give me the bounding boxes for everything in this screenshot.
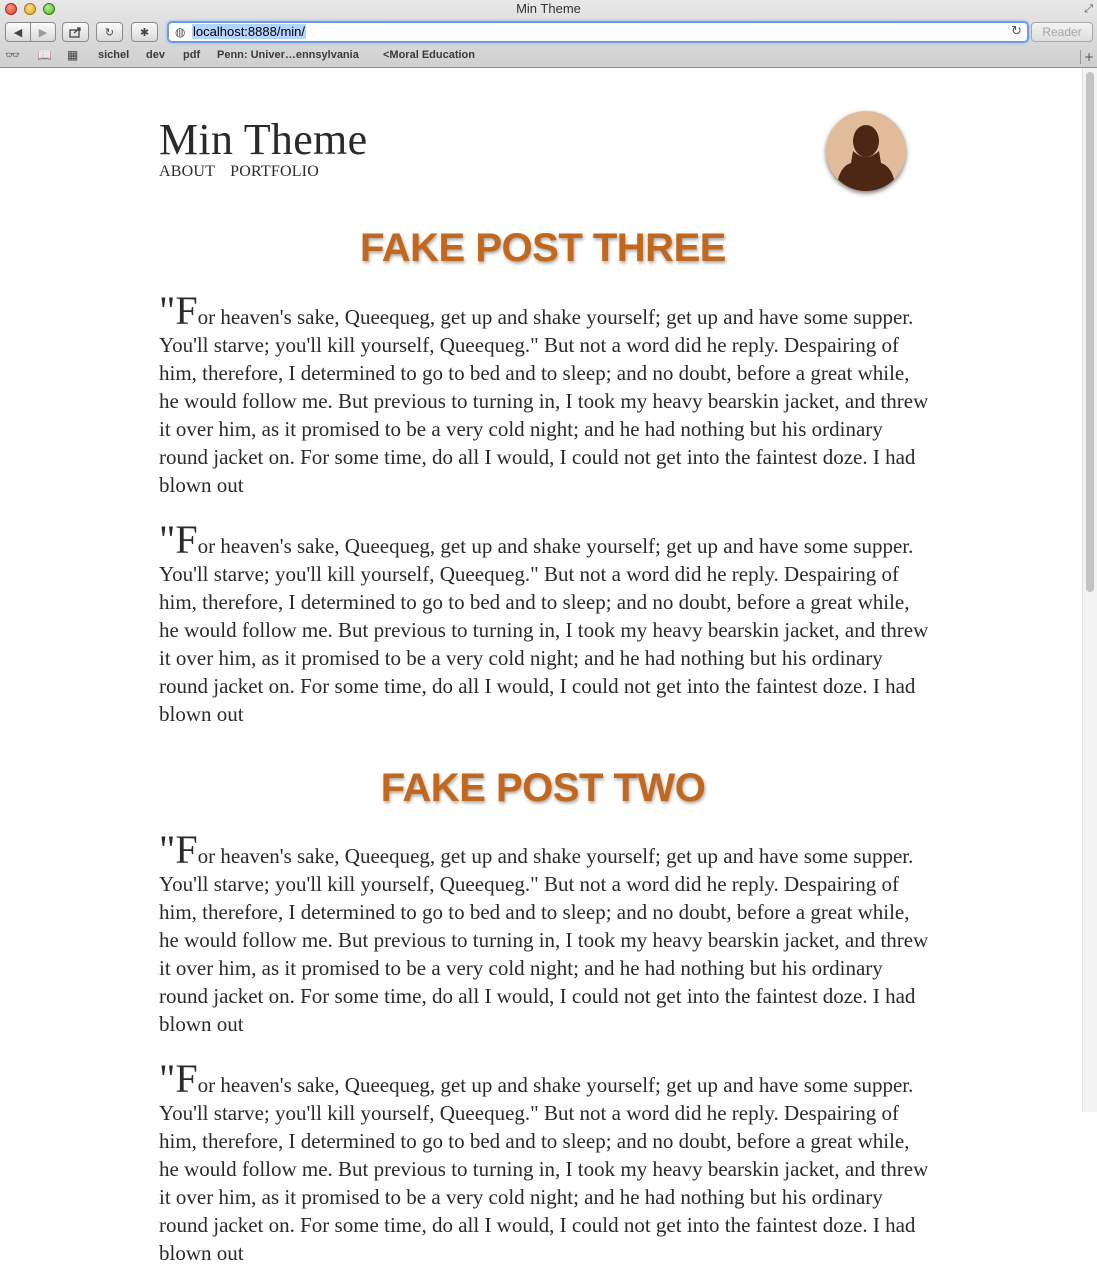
bookmark-item[interactable]: dev: [146, 49, 165, 61]
back-button[interactable]: ◀: [5, 22, 31, 42]
site-title[interactable]: Min Theme: [159, 114, 367, 165]
drop-cap: "F: [159, 288, 198, 333]
vertical-scrollbar[interactable]: [1082, 68, 1097, 1112]
post-paragraph: "For heaven's sake, Queequeg, get up and…: [159, 520, 934, 728]
bookmarks-bar: 👓 📖 ▦ sichel dev pdf Penn: Univer…ennsyl…: [0, 47, 1097, 65]
reader-button[interactable]: Reader: [1031, 22, 1093, 42]
forward-button[interactable]: ▶: [30, 22, 56, 42]
drop-cap: "F: [159, 827, 198, 872]
share-button[interactable]: [62, 22, 89, 42]
reading-list-icon[interactable]: 👓: [5, 48, 20, 62]
window-title: Min Theme: [516, 1, 581, 16]
top-sites-grid-icon[interactable]: ▦: [67, 48, 78, 62]
post-title[interactable]: FAKE POST TWO: [159, 766, 927, 811]
add-bookmark-icon[interactable]: +: [1080, 50, 1097, 64]
bookmark-item[interactable]: pdf: [183, 49, 200, 61]
nav-about-link[interactable]: ABOUT: [159, 163, 215, 180]
post-paragraph: "For heaven's sake, Queequeg, get up and…: [159, 1059, 934, 1267]
paragraph-text: or heaven's sake, Queequeg, get up and s…: [159, 305, 929, 497]
url-text[interactable]: localhost:8888/min/: [192, 24, 307, 39]
post-title[interactable]: FAKE POST THREE: [159, 226, 927, 271]
paragraph-text: or heaven's sake, Queequeg, get up and s…: [159, 534, 929, 726]
extension-icon: ✱: [139, 25, 150, 39]
forward-arrow-icon: ▶: [38, 25, 48, 39]
avatar: [826, 111, 906, 191]
bookmarks-book-icon[interactable]: 📖: [37, 48, 52, 62]
share-icon: [68, 27, 81, 38]
address-bar[interactable]: ◍ localhost:8888/min/ ↻: [167, 21, 1029, 43]
post-paragraph: "For heaven's sake, Queequeg, get up and…: [159, 830, 934, 1038]
toolbar: ◀ ▶ ↻ ✱ ◍ localhost:8888/min/ ↻ Reader: [0, 20, 1097, 44]
browser-chrome: Min Theme ⤢ ◀ ▶ ↻ ✱ ◍ localhost:8888/min…: [0, 0, 1097, 68]
extension-button[interactable]: ✱: [131, 22, 158, 42]
bookmark-item[interactable]: <Moral Education: [383, 49, 475, 61]
paragraph-text: or heaven's sake, Queequeg, get up and s…: [159, 844, 929, 1036]
person-silhouette-icon: [836, 125, 896, 191]
reload-button[interactable]: ↻: [96, 22, 123, 42]
address-reload-icon[interactable]: ↻: [1011, 24, 1022, 39]
back-arrow-icon: ◀: [13, 25, 23, 39]
title-bar: Min Theme ⤢: [0, 0, 1097, 18]
reload-icon: ↻: [104, 25, 115, 39]
scrollbar-thumb[interactable]: [1086, 72, 1094, 592]
fullscreen-icon[interactable]: ⤢: [1084, 2, 1093, 16]
bookmark-item[interactable]: Penn: Univer…ennsylvania: [217, 49, 359, 61]
globe-icon: ◍: [175, 25, 186, 39]
bookmark-item[interactable]: sichel: [98, 49, 129, 61]
drop-cap: "F: [159, 517, 198, 562]
nav-portfolio-link[interactable]: PORTFOLIO: [230, 163, 319, 180]
drop-cap: "F: [159, 1056, 198, 1101]
site-nav: ABOUT PORTFOLIO: [159, 163, 330, 181]
post-paragraph: "For heaven's sake, Queequeg, get up and…: [159, 291, 934, 499]
paragraph-text: or heaven's sake, Queequeg, get up and s…: [159, 1073, 929, 1265]
